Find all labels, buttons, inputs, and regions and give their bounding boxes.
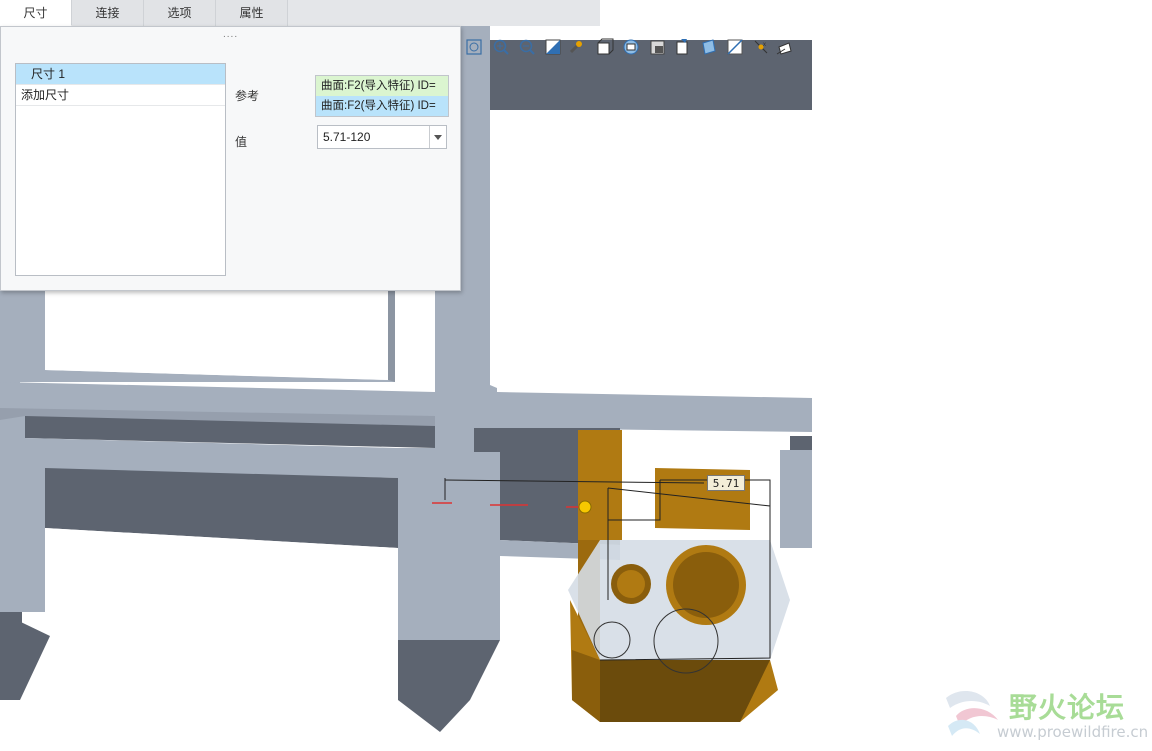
value-dropdown-text: 5.71-120 xyxy=(323,130,371,144)
annotation-display-icon[interactable] xyxy=(676,39,688,55)
value-label: 值 xyxy=(235,135,248,149)
list-item-add-dimension[interactable]: 添加尺寸 xyxy=(16,85,225,106)
zoom-in-icon[interactable] xyxy=(493,39,509,55)
view-manager-icon[interactable] xyxy=(650,40,665,55)
panel-grip[interactable]: .... xyxy=(223,29,238,40)
value-dropdown[interactable]: 5.71-120 xyxy=(317,125,447,149)
watermark-logo-icon xyxy=(946,691,998,736)
svg-text:x: x xyxy=(763,42,766,48)
reference-collector[interactable]: 曲面:F2(导入特征) ID= 曲面:F2(导入特征) ID= xyxy=(315,75,449,117)
chevron-down-icon[interactable] xyxy=(429,126,446,148)
tab-options[interactable]: 选项 xyxy=(144,0,216,26)
watermark-text: 野火论坛 xyxy=(1009,691,1126,724)
spin-center-icon[interactable] xyxy=(569,40,583,54)
datum-axis-display-icon[interactable]: x xyxy=(754,40,768,54)
view-toolbar-icons: x xyxy=(466,38,792,55)
tab-dimensions[interactable]: 尺寸 xyxy=(0,0,72,26)
zoom-refit-icon[interactable] xyxy=(466,39,482,55)
watermark-url: www.proewildfire.cn xyxy=(997,723,1149,741)
saved-views-icon[interactable] xyxy=(623,39,639,55)
display-style-icon[interactable] xyxy=(597,38,614,55)
datum-plane-display-icon[interactable] xyxy=(727,39,743,55)
reference-item[interactable]: 曲面:F2(导入特征) ID= xyxy=(316,96,448,116)
tab-properties[interactable]: 属性 xyxy=(216,0,288,26)
dimension-list[interactable]: 尺寸 1 添加尺寸 xyxy=(15,63,226,276)
section-icon[interactable] xyxy=(702,39,716,55)
tab-connection[interactable]: 连接 xyxy=(72,0,144,26)
zoom-out-icon[interactable] xyxy=(519,39,535,55)
reference-label: 参考 xyxy=(235,89,260,103)
point-display-icon[interactable] xyxy=(776,42,792,55)
dimension-panel: .... 尺寸 1 添加尺寸 参考 曲面:F2(导入特征) ID= 曲面:F2(… xyxy=(0,26,461,291)
list-item-dimension-1[interactable]: 尺寸 1 xyxy=(16,64,225,85)
dimension-value-label[interactable]: 5.71 xyxy=(707,475,745,491)
reference-item[interactable]: 曲面:F2(导入特征) ID= xyxy=(316,76,448,96)
toolbar-strip xyxy=(600,0,812,27)
view-toolbar: x xyxy=(463,37,813,59)
dashboard-tab-bar: 尺寸 连接 选项 属性 xyxy=(0,0,600,27)
repaint-icon[interactable] xyxy=(545,39,561,55)
